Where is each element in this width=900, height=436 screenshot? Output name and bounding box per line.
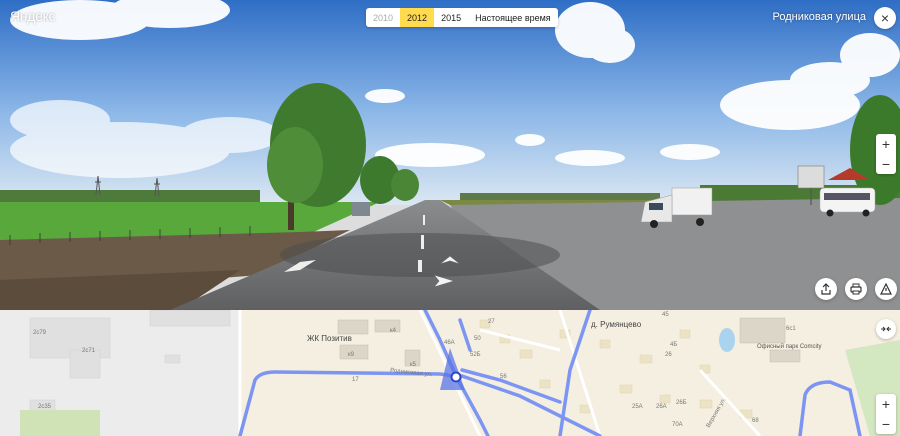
map-label: 68 <box>752 418 759 424</box>
close-button[interactable]: × <box>874 7 896 29</box>
map-label: 4Б <box>670 342 678 348</box>
map-label-village: д. Румянцево <box>591 320 642 329</box>
map-zoom-control: + − <box>876 394 896 434</box>
zoom-in-button[interactable]: + <box>876 134 896 154</box>
map-label: 2с35 <box>38 404 52 410</box>
map-zoom-out-button[interactable]: − <box>876 414 896 434</box>
map-label: 26А <box>656 404 667 410</box>
nav-forward-arrow[interactable] <box>438 254 462 266</box>
print-icon <box>850 283 862 295</box>
map-label: 25А <box>632 404 643 410</box>
panorama-zoom-control: + − <box>876 134 896 174</box>
map-label: 26 <box>665 352 672 358</box>
map-label: 52Б <box>470 352 481 358</box>
map-label-office: Офисный парк Comcity <box>757 344 822 350</box>
map-label: к4 <box>390 328 396 334</box>
close-icon: × <box>880 10 890 26</box>
map-label: 2с79 <box>33 330 47 336</box>
report-button[interactable] <box>875 278 897 300</box>
map-label: 6с1 <box>786 326 796 332</box>
map-label: 46А <box>444 340 455 346</box>
year-present[interactable]: Настоящее время <box>468 8 558 27</box>
map-label: 2с71 <box>82 348 96 354</box>
map-label: 26Б <box>676 400 687 406</box>
warning-icon <box>880 283 892 295</box>
map-label: 50 <box>474 336 481 342</box>
share-button[interactable] <box>815 278 837 300</box>
map-label-zhk: ЖК Позитив <box>307 334 352 343</box>
map-label: 56 <box>500 374 507 380</box>
year-2015[interactable]: 2015 <box>434 8 468 27</box>
zoom-out-button[interactable]: − <box>876 154 896 174</box>
map-zoom-in-button[interactable]: + <box>876 394 896 414</box>
map-label: 17 <box>352 377 359 383</box>
year-2012[interactable]: 2012 <box>400 8 435 27</box>
map-label: 27 <box>488 319 495 325</box>
map-label: к5 <box>410 362 416 368</box>
map-label: к9 <box>348 352 354 358</box>
yandex-logo[interactable]: Яндекс <box>10 8 56 24</box>
map-label: 70А <box>672 422 683 428</box>
map-expand-button[interactable] <box>876 319 896 339</box>
map-label: 45 <box>662 312 669 318</box>
year-2010[interactable]: 2010 <box>366 8 400 27</box>
minimap[interactable]: 2с79 2с71 2с35 ЖК Позитив к4 к9 к5 17 Ро… <box>0 310 900 436</box>
share-icon <box>821 283 831 295</box>
street-name: Родниковая улица <box>772 11 866 23</box>
expand-icon <box>881 326 891 332</box>
print-button[interactable] <box>845 278 867 300</box>
map-canvas <box>0 310 900 436</box>
year-selector: 2010 2012 2015 Настоящее время <box>366 8 558 27</box>
street-view-panorama[interactable]: Яндекс 2010 2012 2015 Настоящее время Ро… <box>0 0 900 310</box>
nav-right-arrow[interactable] <box>432 273 456 289</box>
